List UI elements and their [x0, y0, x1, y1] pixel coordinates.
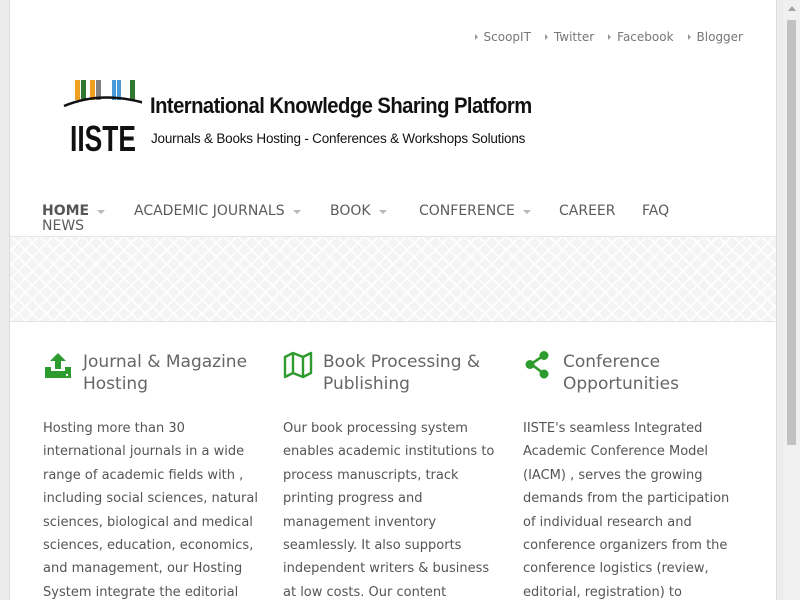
top-links: ScoopIT Twitter Facebook Blogger [461, 30, 743, 44]
share-icon [525, 351, 549, 379]
feature-book-processing: Book Processing & Publishing Our book pr… [283, 350, 503, 600]
feature-description: Our book processing system enables acade… [283, 421, 495, 600]
nav-book[interactable]: BOOK [330, 203, 387, 219]
chevron-down-icon [522, 210, 531, 214]
top-link-facebook[interactable]: Facebook [608, 30, 674, 44]
feature-header: Journal & Magazine Hosting [43, 350, 263, 395]
page-container: ScoopIT Twitter Facebook Blogger IISTE I… [9, 0, 777, 600]
feature-title: Book Processing & Publishing [323, 352, 481, 394]
chevron-down-icon [292, 210, 301, 214]
feature-description: Hosting more than 30 international journ… [43, 421, 258, 600]
feature-header: Conference Opportunities [523, 350, 743, 395]
feature-conference: Conference Opportunities IISTE's seamles… [523, 350, 743, 600]
site-logo[interactable]: IISTE International Knowledge Sharing Pl… [62, 76, 542, 156]
top-link-blogger[interactable]: Blogger [687, 30, 743, 44]
feature-title: Conference Opportunities [563, 352, 679, 394]
iiste-logo-mark: IISTE [63, 80, 142, 156]
top-link-scoopit[interactable]: ScoopIT [474, 30, 531, 44]
upload-tray-icon [45, 353, 71, 378]
nav-career[interactable]: CAREER [559, 203, 616, 219]
vertical-scrollbar[interactable] [783, 0, 800, 600]
logo-subtitle: Journals & Books Hosting - Conferences &… [151, 131, 526, 146]
nav-faq[interactable]: FAQ [642, 203, 669, 219]
chevron-down-icon [378, 210, 387, 214]
bullet-icon [608, 34, 612, 40]
bullet-icon [687, 34, 691, 40]
feature-description: IISTE's seamless Integrated Academic Con… [523, 421, 730, 600]
top-link-twitter[interactable]: Twitter [544, 30, 594, 44]
nav-home[interactable]: HOME [42, 203, 106, 219]
feature-header: Book Processing & Publishing [283, 350, 503, 395]
nav-conference[interactable]: CONFERENCE [419, 203, 531, 219]
feature-title: Journal & Magazine Hosting [83, 352, 248, 394]
scrollbar-thumb[interactable] [787, 20, 796, 445]
map-icon [283, 351, 313, 379]
nav-academic-journals[interactable]: ACADEMIC JOURNALS [134, 203, 301, 219]
bullet-icon [474, 34, 478, 40]
chevron-down-icon [97, 210, 106, 214]
bullet-icon [544, 34, 548, 40]
scroll-up-arrow-icon[interactable] [783, 0, 800, 17]
svg-text:IISTE: IISTE [70, 118, 136, 156]
pattern-banner [10, 236, 776, 322]
logo-title: International Knowledge Sharing Platform [150, 93, 532, 118]
feature-journal-hosting: Journal & Magazine Hosting Hosting more … [43, 350, 263, 600]
nav-news[interactable]: NEWS [42, 218, 84, 234]
